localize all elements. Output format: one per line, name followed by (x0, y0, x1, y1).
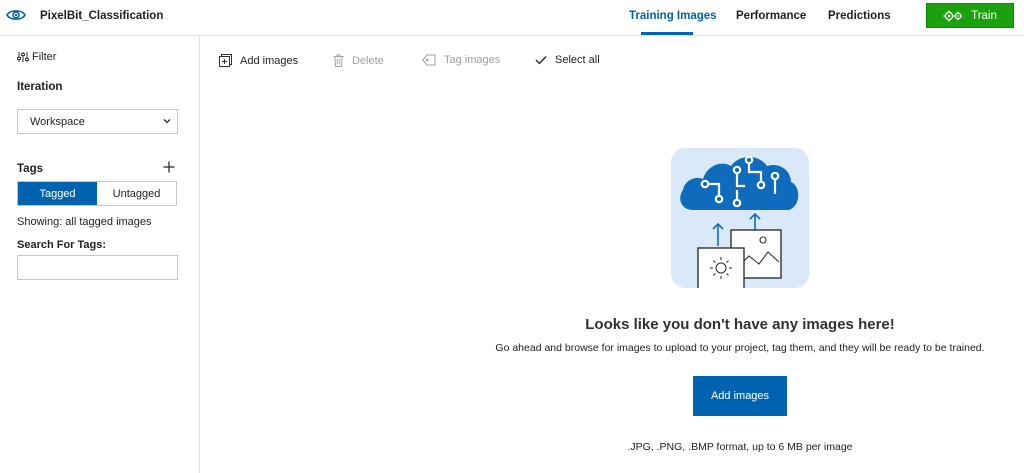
tagged-toggle-option[interactable]: Tagged (18, 182, 97, 205)
checkmark-icon (535, 56, 547, 65)
iteration-heading: Iteration (17, 81, 63, 93)
filter-button[interactable]: Filter (17, 51, 56, 63)
tags-heading: Tags (17, 163, 43, 175)
tag-filter-toggle: Tagged Untagged (17, 181, 177, 206)
tab-predictions[interactable]: Predictions (828, 10, 891, 22)
empty-state-description: Go ahead and browse for images to upload… (495, 342, 985, 354)
search-tags-input[interactable] (17, 255, 178, 280)
supported-formats-note: .JPG, .PNG, .BMP format, up to 6 MB per … (627, 441, 853, 453)
untagged-toggle-option[interactable]: Untagged (97, 182, 176, 205)
select-all-label: Select all (555, 54, 600, 66)
empty-state-title: Looks like you don't have any images her… (585, 316, 895, 333)
select-all-toolbar-button[interactable]: Select all (535, 54, 600, 66)
iteration-selected-value: Workspace (30, 116, 85, 128)
search-tags-label: Search For Tags: (17, 239, 107, 251)
delete-toolbar-button[interactable]: Delete (333, 54, 384, 67)
add-tag-icon[interactable] (163, 161, 175, 173)
showing-status: Showing: all tagged images (17, 216, 152, 228)
train-button[interactable]: Train (926, 3, 1014, 28)
tab-training-images[interactable]: Training Images (629, 10, 717, 22)
tab-performance[interactable]: Performance (736, 10, 806, 22)
eye-icon[interactable] (6, 7, 26, 23)
tag-icon (422, 54, 436, 66)
tag-images-label: Tag images (444, 54, 501, 66)
project-title: PixelBit_Classification (40, 10, 164, 22)
iteration-select[interactable]: Workspace (17, 109, 178, 134)
left-sidebar: Filter Iteration Workspace Tags Tagged U… (0, 37, 200, 473)
filter-label: Filter (32, 51, 57, 63)
add-images-toolbar-button[interactable]: Add images (219, 54, 298, 67)
add-images-button[interactable]: Add images (693, 376, 787, 416)
chevron-down-icon (163, 119, 171, 124)
top-bar: PixelBit_Classification Training Images … (0, 0, 1024, 36)
filter-sliders-icon (17, 52, 29, 62)
cloud-upload-illustration (671, 148, 809, 288)
active-tab-indicator (641, 32, 693, 35)
delete-label: Delete (352, 54, 384, 67)
trash-icon (333, 54, 344, 67)
add-image-icon (219, 54, 232, 67)
add-images-label: Add images (240, 54, 299, 67)
gears-icon (943, 10, 963, 21)
tag-images-toolbar-button[interactable]: Tag images (422, 54, 500, 66)
train-label: Train (971, 9, 997, 22)
